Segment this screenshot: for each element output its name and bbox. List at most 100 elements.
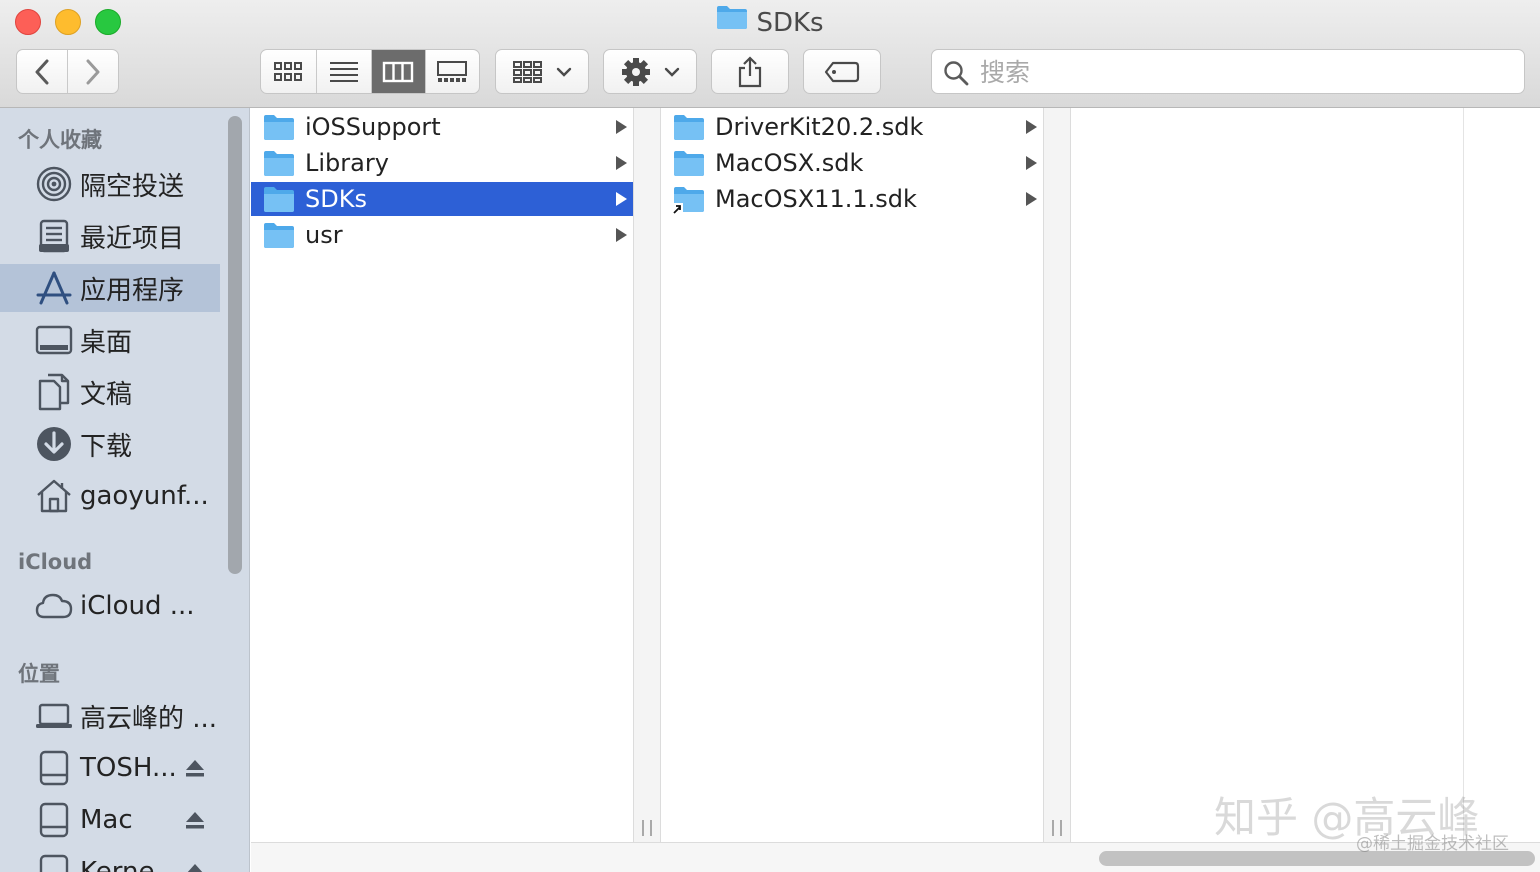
column-resize-handle[interactable] — [1043, 108, 1071, 842]
column-1: iOSSupport Library SDKs usr — [251, 108, 633, 842]
sidebar-item-toshiba-disk[interactable]: TOSH... — [0, 744, 220, 792]
sidebar-item-downloads[interactable]: 下载 — [0, 420, 220, 468]
list-item[interactable]: DriverKit20.2.sdk — [661, 110, 1043, 144]
disclosure-arrow-icon — [616, 192, 627, 206]
icon-view-button[interactable] — [261, 50, 317, 93]
eject-icon[interactable] — [184, 861, 206, 872]
sidebar-item-mac-disk[interactable]: Mac — [0, 796, 220, 844]
icon-view-icon — [274, 61, 303, 81]
disclosure-arrow-icon — [1026, 192, 1037, 206]
search-field[interactable] — [931, 49, 1525, 94]
group-by-content — [496, 50, 588, 93]
sidebar-item-icloud-drive[interactable]: iCloud ... — [0, 582, 220, 630]
folder-icon — [263, 113, 295, 141]
chevron-left-icon — [35, 59, 49, 84]
navigation-group — [16, 49, 119, 94]
tag-icon — [824, 61, 860, 82]
laptop-icon — [34, 696, 74, 736]
folder-alias-icon — [671, 185, 705, 215]
sidebar-divider — [249, 108, 250, 872]
sidebar-item-applications[interactable]: 应用程序 — [0, 264, 220, 312]
sidebar-item-desktop[interactable]: 桌面 — [0, 316, 220, 364]
documents-icon — [34, 372, 74, 412]
disclosure-arrow-icon — [616, 120, 627, 134]
sidebar-item-label: TOSH... — [80, 753, 177, 783]
chevron-down-icon — [664, 67, 679, 77]
list-item[interactable]: iOSSupport — [251, 110, 633, 144]
sidebar-item-kernel-disk[interactable]: Kerne... — [0, 848, 220, 872]
disclosure-arrow-icon — [1026, 156, 1037, 170]
favorites-header: 个人收藏 — [18, 128, 102, 152]
sidebar-item-label: 下载 — [80, 431, 133, 462]
item-name: iOSSupport — [305, 113, 441, 141]
item-name: usr — [305, 221, 343, 249]
horizontal-scrollbar[interactable] — [251, 842, 1540, 872]
sidebar-item-recents[interactable]: 最近项目 — [0, 212, 220, 260]
column-view-icon — [383, 61, 414, 82]
watermark-sub: @稀土掘金技术社区 — [1356, 834, 1509, 854]
eject-icon[interactable] — [184, 757, 206, 779]
sidebar-item-label: 桌面 — [80, 327, 133, 358]
eject-icon[interactable] — [184, 809, 206, 831]
airdrop-icon — [34, 164, 74, 204]
sidebar-item-label: Mac — [80, 805, 133, 835]
column-resize-handle[interactable] — [633, 108, 661, 842]
resize-grip-icon — [1052, 820, 1062, 836]
action-button[interactable] — [603, 49, 697, 94]
column-2: DriverKit20.2.sdk MacOSX.sdk MacOSX11.1.… — [661, 108, 1043, 842]
column-view-button[interactable] — [372, 50, 426, 93]
resize-grip-icon — [642, 820, 652, 836]
folder-icon — [673, 149, 705, 177]
folder-icon — [673, 113, 705, 141]
sidebar-item-label: 最近项目 — [80, 223, 185, 254]
sidebar-item-label: 高云峰的 ... — [80, 703, 218, 734]
forward-button[interactable] — [68, 50, 119, 93]
group-by-button[interactable] — [495, 49, 589, 94]
icloud-header: iCloud — [18, 550, 93, 574]
disclosure-arrow-icon — [616, 156, 627, 170]
cloud-icon — [34, 586, 74, 626]
gear-icon — [621, 57, 650, 86]
list-item[interactable]: MacOSX.sdk — [661, 146, 1043, 180]
gallery-view-button[interactable] — [426, 50, 479, 93]
list-item-selected[interactable]: SDKs — [251, 182, 633, 216]
share-icon — [738, 55, 762, 87]
disk-icon — [34, 852, 74, 872]
applications-icon — [34, 268, 74, 308]
sidebar-item-documents[interactable]: 文稿 — [0, 368, 220, 416]
gallery-view-icon — [437, 60, 468, 82]
sidebar-item-home[interactable]: gaoyunf... — [0, 472, 220, 520]
downloads-icon — [34, 424, 74, 464]
sidebar-item-label: 文稿 — [80, 379, 133, 410]
disk-icon — [34, 800, 74, 840]
list-view-button[interactable] — [317, 50, 372, 93]
sidebar-scrollbar[interactable] — [228, 116, 242, 574]
back-button[interactable] — [17, 50, 68, 93]
search-icon — [944, 61, 969, 86]
column-3 — [1071, 108, 1540, 842]
window-title: SDKs — [0, 6, 1540, 41]
folder-icon — [263, 149, 295, 177]
list-item[interactable]: Library — [251, 146, 633, 180]
sidebar-item-airdrop[interactable]: 隔空投送 — [0, 160, 220, 208]
column-edge — [1463, 108, 1464, 842]
item-name: SDKs — [305, 185, 367, 213]
group-by-icon — [513, 60, 542, 83]
chevron-right-icon — [86, 59, 100, 84]
folder-icon — [263, 185, 295, 213]
home-icon — [34, 476, 74, 516]
search-input[interactable] — [978, 54, 1512, 90]
folder-icon — [716, 4, 748, 39]
tag-button[interactable] — [803, 49, 881, 94]
chevron-down-icon — [556, 67, 572, 77]
tag-content — [804, 50, 880, 93]
list-item[interactable]: usr — [251, 218, 633, 252]
disk-icon — [34, 748, 74, 788]
disclosure-arrow-icon — [1026, 120, 1037, 134]
item-name: MacOSX11.1.sdk — [715, 185, 917, 213]
view-mode-group — [260, 49, 480, 94]
list-item[interactable]: MacOSX11.1.sdk — [661, 182, 1043, 216]
window-title-text: SDKs — [756, 8, 824, 38]
share-button[interactable] — [711, 49, 789, 94]
sidebar-item-this-mac[interactable]: 高云峰的 ... — [0, 692, 220, 740]
